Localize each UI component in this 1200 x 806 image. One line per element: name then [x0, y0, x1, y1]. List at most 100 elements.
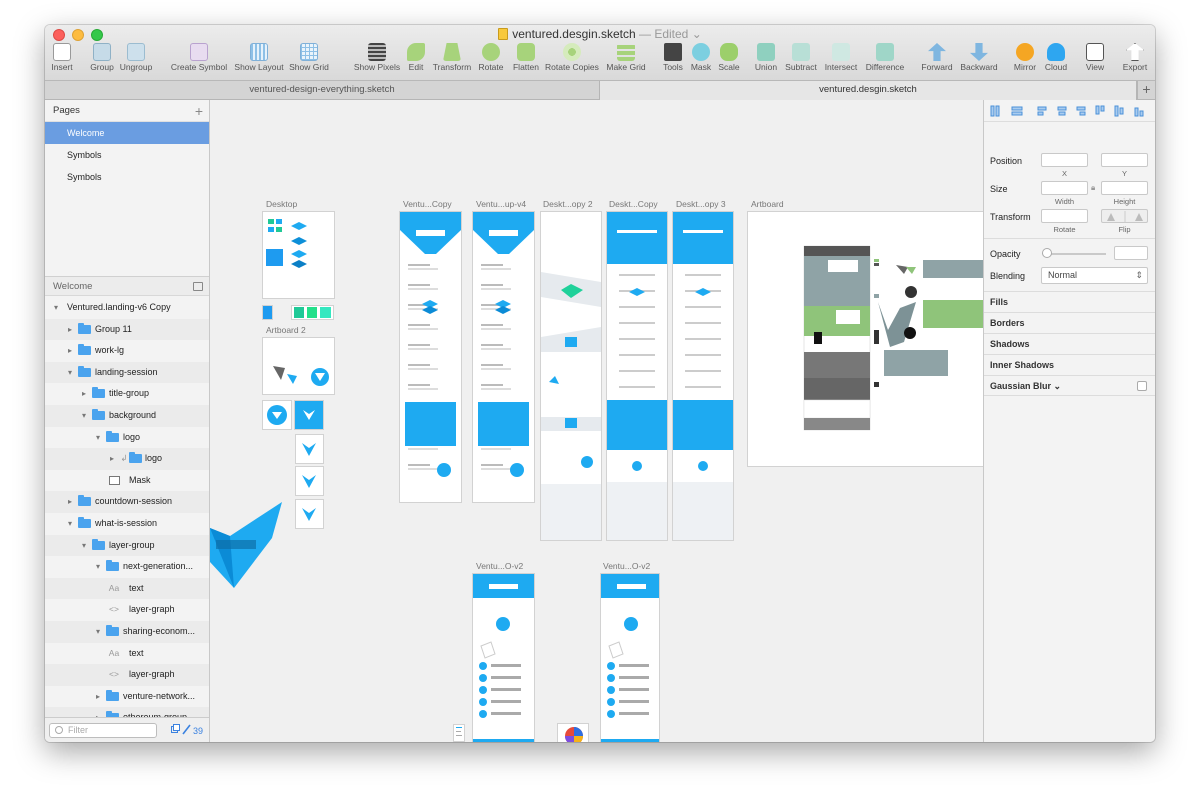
layer-filter-input[interactable]: Filter [49, 723, 157, 738]
mask-button[interactable]: Mask [686, 43, 716, 79]
opacity-slider-thumb[interactable] [1042, 248, 1052, 258]
fills-section[interactable]: Fills [984, 291, 1155, 312]
layer-row[interactable]: <> layer-graph [45, 664, 209, 686]
disclosure-closed-icon[interactable]: ▸ [65, 491, 75, 513]
forward-button[interactable]: Forward [917, 43, 957, 79]
artboard-label-desktop[interactable]: Desktop [266, 199, 297, 209]
height-field[interactable] [1101, 181, 1148, 195]
layer-row[interactable]: ▾ background [45, 404, 209, 427]
position-x-field[interactable] [1041, 153, 1088, 167]
width-field[interactable] [1041, 181, 1088, 195]
borders-section[interactable]: Borders [984, 312, 1155, 333]
artboard-label-deskt-opy-3[interactable]: Deskt...opy 3 [676, 199, 726, 209]
show-grid-button[interactable]: Show Grid [284, 43, 335, 79]
disclosure-closed-icon[interactable]: ▸ [107, 448, 117, 470]
rotate-button[interactable]: Rotate [473, 43, 508, 79]
disclosure-open-icon[interactable]: ▾ [79, 405, 89, 427]
layer-row[interactable]: ▸ Group 11 [45, 318, 209, 341]
artboard-ventu-o-v2-b[interactable] [601, 574, 659, 742]
rotate-copies-button[interactable]: Rotate Copies [536, 43, 608, 79]
disclosure-open-icon[interactable]: ▾ [65, 362, 75, 384]
backward-button[interactable]: Backward [956, 43, 1002, 79]
gaussian-blur-section[interactable]: Gaussian Blur ⌄ [984, 375, 1155, 396]
add-page-button[interactable]: + [195, 100, 203, 122]
artboard-main[interactable] [748, 212, 983, 466]
disclosure-closed-icon[interactable]: ▸ [65, 340, 75, 362]
create-symbol-button[interactable]: Create Symbol [163, 43, 235, 79]
artboard-label-ventu-o-v2-b[interactable]: Ventu...O-v2 [603, 561, 650, 571]
artboard-green-swatch[interactable] [292, 306, 333, 319]
opacity-field[interactable] [1114, 246, 1148, 260]
disclosure-open-icon[interactable]: ▾ [93, 621, 103, 643]
layer-row[interactable]: <> layer-graph [45, 599, 209, 621]
artboard-deskt-opy-2[interactable] [541, 212, 601, 540]
show-layout-button[interactable]: Show Layout [228, 43, 289, 79]
large-logo-shape[interactable] [210, 502, 285, 592]
layer-row[interactable]: ▾ next-generation... [45, 556, 209, 578]
new-tab-button[interactable]: + [1137, 81, 1155, 100]
gaussian-blur-checkbox[interactable] [1137, 381, 1147, 391]
flip-buttons[interactable] [1101, 209, 1148, 223]
artboard-deskt-copy[interactable] [607, 212, 667, 540]
difference-button[interactable]: Difference [857, 43, 913, 79]
artboard-label-artboard[interactable]: Artboard [751, 199, 784, 209]
page-item-symbols[interactable]: Symbols [45, 144, 209, 166]
artboard-label-ventu-copy[interactable]: Ventu...Copy [403, 199, 452, 209]
edited-status[interactable]: — Edited ⌄ [639, 27, 702, 41]
artboard-pie-chart[interactable] [558, 724, 588, 742]
layer-row[interactable]: ▾ layer-group [45, 534, 209, 557]
artboard-blue-swatch[interactable] [263, 306, 272, 319]
disclosure-closed-icon[interactable]: ▸ [93, 707, 103, 717]
opacity-slider-track[interactable] [1046, 253, 1106, 255]
layer-row[interactable]: ▸ title-group [45, 383, 209, 405]
layer-row[interactable]: ▸ ethereum-group [45, 707, 209, 717]
disclosure-closed-icon[interactable]: ▸ [65, 319, 75, 341]
position-y-field[interactable] [1101, 153, 1148, 167]
disclosure-open-icon[interactable]: ▾ [79, 535, 89, 557]
export-button[interactable]: Export [1117, 43, 1152, 79]
rotate-field[interactable] [1041, 209, 1088, 223]
lock-ratio-icon[interactable]: 🔒︎ [1091, 183, 1095, 193]
artboard-2[interactable] [263, 338, 334, 394]
inner-shadows-section[interactable]: Inner Shadows [984, 354, 1155, 375]
artboard-label-ventu-o-v2[interactable]: Ventu...O-v2 [476, 561, 523, 571]
layer-row[interactable]: ▸ ↲ logo [45, 448, 209, 470]
artboard-ventu-o-v2[interactable] [473, 574, 534, 742]
layer-row[interactable]: ▸ venture-network... [45, 685, 209, 708]
disclosure-open-icon[interactable]: ▾ [93, 427, 103, 449]
mirror-button[interactable]: Mirror [1007, 43, 1042, 79]
filter-count[interactable]: 39 [170, 724, 203, 736]
artboard-ventu-copy[interactable] [400, 212, 461, 502]
artboard-label-deskt-opy-2[interactable]: Deskt...opy 2 [543, 199, 593, 209]
artboard-logo-tile-4[interactable] [296, 467, 323, 495]
artboard-deskt-opy-3[interactable] [673, 212, 733, 540]
cloud-button[interactable]: Cloud [1041, 43, 1071, 79]
tab-ventured-desgin[interactable]: ventured.desgin.sketch [600, 81, 1137, 100]
disclosure-closed-icon[interactable]: ▸ [93, 686, 103, 708]
scale-button[interactable]: Scale [714, 43, 744, 79]
tools-button[interactable]: Tools [658, 43, 688, 79]
artboard-label-artboard-2[interactable]: Artboard 2 [266, 325, 306, 335]
page-item-symbols-2[interactable]: Symbols [45, 166, 209, 188]
disclosure-open-icon[interactable]: ▾ [51, 297, 61, 319]
shadows-section[interactable]: Shadows [984, 333, 1155, 354]
artboard-logo-tile-1[interactable] [263, 401, 291, 429]
artboard-ventu-up-v4[interactable] [473, 212, 534, 502]
ungroup-button[interactable]: Ungroup [116, 43, 156, 79]
artboard-logo-tile-2[interactable] [295, 401, 323, 429]
layer-row[interactable]: ▾ what-is-session [45, 512, 209, 535]
layer-row[interactable]: ▾ logo [45, 426, 209, 449]
layer-row[interactable]: Aa text [45, 642, 209, 665]
layer-row[interactable]: Mask [45, 469, 209, 492]
show-pixels-button[interactable]: Show Pixels [346, 43, 407, 79]
collapse-layers-icon[interactable] [193, 282, 203, 291]
group-button[interactable]: Group [87, 43, 117, 79]
layer-row[interactable]: Aa text [45, 577, 209, 600]
artboard-logo-tile-3[interactable] [296, 435, 323, 463]
artboard-logo-tile-5[interactable] [296, 500, 323, 528]
layer-row[interactable]: ▸ work-lg [45, 340, 209, 362]
layer-row[interactable]: ▾ landing-session [45, 361, 209, 384]
transform-button[interactable]: Transform [427, 43, 478, 79]
artboard-label-ventu-up-v4[interactable]: Ventu...up-v4 [476, 199, 526, 209]
layer-row[interactable]: ▾ sharing-econom... [45, 620, 209, 643]
